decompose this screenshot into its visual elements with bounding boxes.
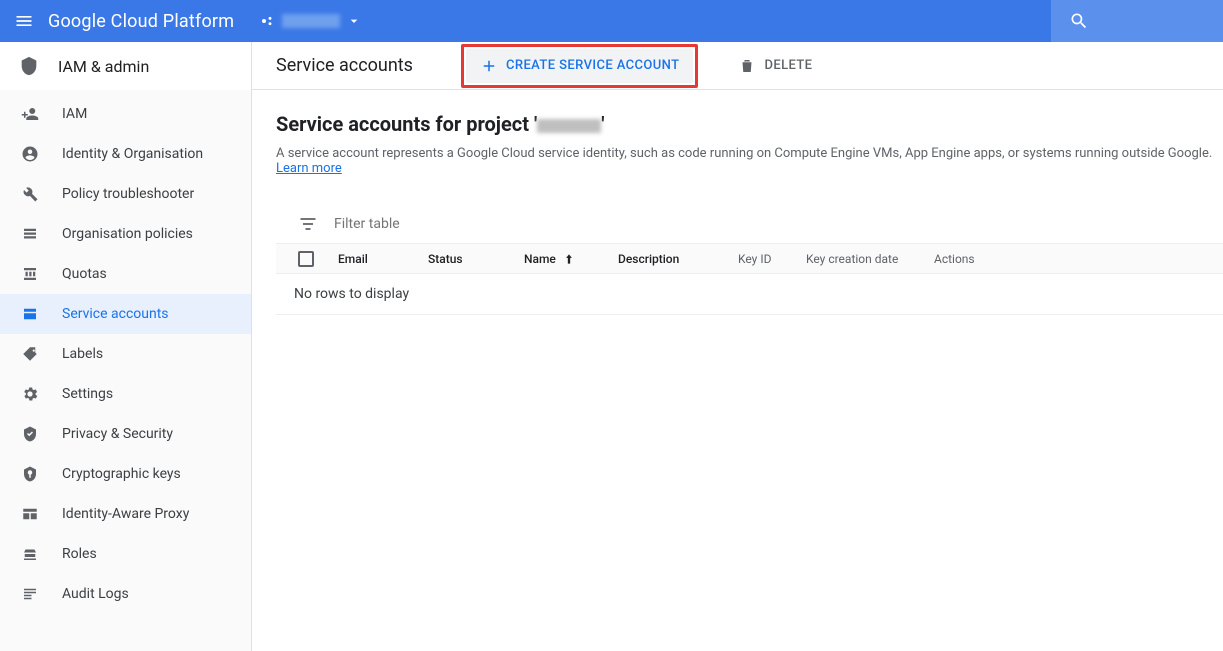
filter-row bbox=[276, 204, 1223, 244]
sidebar-item-policy-troubleshooter[interactable]: Policy troubleshooter bbox=[0, 174, 251, 214]
iap-icon bbox=[20, 504, 40, 524]
sidebar-item-privacy-security[interactable]: Privacy & Security bbox=[0, 414, 251, 454]
delete-button[interactable]: DELETE bbox=[724, 49, 826, 83]
select-all-checkbox[interactable] bbox=[298, 251, 314, 267]
wrench-icon bbox=[20, 184, 40, 204]
empty-state: No rows to display bbox=[276, 274, 1223, 315]
project-icon bbox=[260, 13, 276, 29]
gear-icon bbox=[20, 384, 40, 404]
hamburger-icon bbox=[14, 11, 34, 31]
sidebar-item-identity-organisation[interactable]: Identity & Organisation bbox=[0, 134, 251, 174]
sidebar-item-label: Roles bbox=[62, 546, 97, 562]
person-add-icon bbox=[20, 104, 40, 124]
project-name-redacted bbox=[282, 14, 340, 28]
sort-asc-icon bbox=[562, 252, 576, 266]
sidebar: IAM & admin IAM Identity & Organisation Po… bbox=[0, 42, 252, 651]
col-name-label: Name bbox=[524, 252, 556, 266]
sidebar-item-service-accounts[interactable]: Service accounts bbox=[0, 294, 251, 334]
delete-button-label: DELETE bbox=[764, 58, 812, 73]
page-title: Service accounts bbox=[276, 55, 413, 76]
col-name[interactable]: Name bbox=[524, 252, 618, 266]
quota-icon bbox=[20, 264, 40, 284]
sidebar-item-cryptographic-keys[interactable]: Cryptographic keys bbox=[0, 454, 251, 494]
menu-button[interactable] bbox=[0, 0, 48, 42]
sidebar-item-iam[interactable]: IAM bbox=[0, 94, 251, 134]
service-account-icon bbox=[20, 304, 40, 324]
col-key-date[interactable]: Key creation date bbox=[806, 252, 934, 266]
brand-title: Google Cloud Platform bbox=[48, 11, 234, 32]
sidebar-item-label: Identity & Organisation bbox=[62, 146, 203, 162]
sidebar-item-audit-logs[interactable]: Audit Logs bbox=[0, 574, 251, 614]
filter-icon bbox=[298, 214, 318, 234]
heading-suffix: ' bbox=[601, 112, 604, 136]
main-content: Service accounts CREATE SERVICE ACCOUNT … bbox=[252, 42, 1223, 651]
learn-more-link[interactable]: Learn more bbox=[276, 161, 342, 176]
col-status[interactable]: Status bbox=[428, 252, 524, 266]
shield-icon bbox=[18, 55, 40, 77]
trash-icon bbox=[738, 57, 756, 75]
project-name-redacted-heading bbox=[537, 119, 601, 133]
sidebar-item-labels[interactable]: Labels bbox=[0, 334, 251, 374]
col-description[interactable]: Description bbox=[618, 252, 738, 266]
audit-icon bbox=[20, 584, 40, 604]
list-icon bbox=[20, 224, 40, 244]
filter-input[interactable] bbox=[334, 216, 614, 232]
sidebar-item-label: Quotas bbox=[62, 266, 107, 282]
toolbar: Service accounts CREATE SERVICE ACCOUNT … bbox=[252, 42, 1223, 90]
sidebar-item-label: Audit Logs bbox=[62, 586, 129, 602]
sidebar-item-label: Labels bbox=[62, 346, 103, 362]
sidebar-item-label: Cryptographic keys bbox=[62, 466, 181, 482]
page-heading: Service accounts for project ' ' bbox=[276, 112, 1223, 136]
col-email[interactable]: Email bbox=[338, 252, 428, 266]
search-box[interactable] bbox=[1051, 0, 1223, 42]
project-picker[interactable] bbox=[252, 9, 370, 33]
sidebar-item-quotas[interactable]: Quotas bbox=[0, 254, 251, 294]
sidebar-item-label: IAM bbox=[62, 106, 87, 122]
table-header: Email Status Name Description Key ID Key… bbox=[276, 244, 1223, 274]
sidebar-item-label: Privacy & Security bbox=[62, 426, 173, 442]
sidebar-item-label: Settings bbox=[62, 386, 113, 402]
top-bar: Google Cloud Platform bbox=[0, 0, 1223, 42]
heading-prefix: Service accounts for project ' bbox=[276, 112, 537, 136]
col-actions[interactable]: Actions bbox=[934, 252, 1004, 266]
sidebar-header: IAM & admin bbox=[0, 42, 251, 90]
roles-icon bbox=[20, 544, 40, 564]
col-key-id[interactable]: Key ID bbox=[738, 252, 806, 266]
chevron-down-icon bbox=[346, 13, 362, 29]
description-text: A service account represents a Google Cl… bbox=[276, 146, 1212, 161]
sidebar-item-label: Organisation policies bbox=[62, 226, 193, 242]
sidebar-item-organisation-policies[interactable]: Organisation policies bbox=[0, 214, 251, 254]
create-button-label: CREATE SERVICE ACCOUNT bbox=[506, 58, 679, 73]
sidebar-item-label: Identity-Aware Proxy bbox=[62, 506, 189, 522]
page-description: A service account represents a Google Cl… bbox=[276, 146, 1223, 176]
annotation-highlight: CREATE SERVICE ACCOUNT bbox=[461, 44, 698, 88]
shield-check-icon bbox=[20, 424, 40, 444]
create-service-account-button[interactable]: CREATE SERVICE ACCOUNT bbox=[466, 49, 693, 83]
plus-icon bbox=[480, 57, 498, 75]
account-circle-icon bbox=[20, 144, 40, 164]
search-icon bbox=[1069, 11, 1089, 31]
sidebar-item-label: Policy troubleshooter bbox=[62, 186, 194, 202]
sidebar-item-settings[interactable]: Settings bbox=[0, 374, 251, 414]
shield-key-icon bbox=[20, 464, 40, 484]
sidebar-section-title: IAM & admin bbox=[58, 57, 149, 76]
sidebar-item-label: Service accounts bbox=[62, 306, 169, 322]
sidebar-item-identity-aware-proxy[interactable]: Identity-Aware Proxy bbox=[0, 494, 251, 534]
tag-icon bbox=[20, 344, 40, 364]
sidebar-item-roles[interactable]: Roles bbox=[0, 534, 251, 574]
